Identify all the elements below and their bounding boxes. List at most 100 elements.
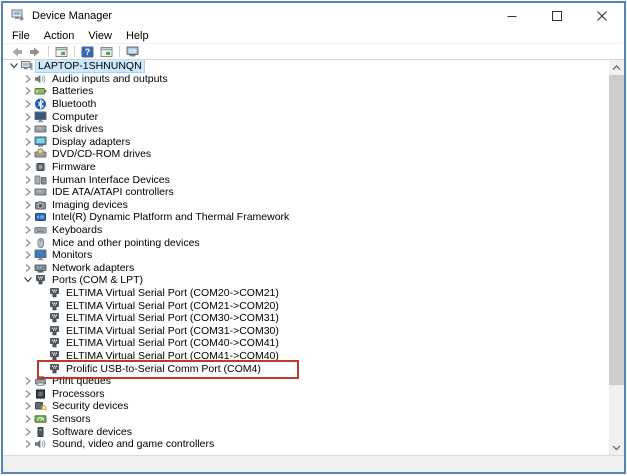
device-manager-window: Device Manager FileActionViewHelp ? LAPT… <box>1 1 626 474</box>
close-button[interactable] <box>579 3 624 28</box>
tree-row-label: Imaging devices <box>50 199 130 211</box>
vertical-scrollbar[interactable] <box>609 60 624 455</box>
chevron-right-icon[interactable] <box>21 224 34 236</box>
chevron-down-icon[interactable] <box>21 274 34 286</box>
tree-row[interactable]: Software devices <box>3 425 609 438</box>
tree-row[interactable]: Display adapters <box>3 136 609 149</box>
tree-row[interactable]: Firmware <box>3 161 609 174</box>
tree-row[interactable]: Mice and other pointing devices <box>3 236 609 249</box>
menu-help[interactable]: Help <box>119 30 156 42</box>
chevron-right-icon[interactable] <box>21 413 34 425</box>
tree-row[interactable]: Sound, video and game controllers <box>3 438 609 451</box>
tree-row-label: Sound, video and game controllers <box>50 438 216 450</box>
tree-row[interactable]: Monitors <box>3 249 609 262</box>
tree-row-label: Disk drives <box>50 123 105 135</box>
tree-row[interactable]: Disk drives <box>3 123 609 136</box>
help-icon[interactable]: ? <box>80 45 95 58</box>
chevron-placeholder <box>35 300 48 312</box>
console-window-icon[interactable] <box>54 45 69 58</box>
port-icon <box>48 287 61 299</box>
tree-row-label: Monitors <box>50 249 94 261</box>
chevron-right-icon[interactable] <box>21 262 34 274</box>
scroll-up-button[interactable] <box>609 60 624 75</box>
tree-row[interactable]: Prolific USB-to-Serial Comm Port (COM4) <box>3 362 609 375</box>
tree-row[interactable]: Batteries <box>3 85 609 98</box>
tree-row[interactable]: Keyboards <box>3 224 609 237</box>
chevron-right-icon[interactable] <box>21 237 34 249</box>
tree-row-label: Intel(R) Dynamic Platform and Thermal Fr… <box>50 211 291 223</box>
processor-icon <box>34 388 47 400</box>
scroll-down-button[interactable] <box>609 440 624 455</box>
tree-row-label: ELTIMA Virtual Serial Port (COM21->COM20… <box>64 300 281 312</box>
properties-window-icon[interactable] <box>99 45 114 58</box>
window-title: Device Manager <box>32 10 489 22</box>
chevron-right-icon[interactable] <box>21 123 34 135</box>
chevron-right-icon[interactable] <box>21 375 34 387</box>
tree-row[interactable]: ELTIMA Virtual Serial Port (COM30->COM31… <box>3 312 609 325</box>
chevron-right-icon[interactable] <box>21 148 34 160</box>
chevron-right-icon[interactable] <box>21 186 34 198</box>
tree-row-label: Ports (COM & LPT) <box>50 274 145 286</box>
tree-row[interactable]: LAPTOP-1SHNUNQN <box>3 60 609 73</box>
tree-row-label: Firmware <box>50 161 98 173</box>
tree-row[interactable]: Processors <box>3 387 609 400</box>
chevron-right-icon[interactable] <box>21 199 34 211</box>
tree-row-label: Batteries <box>50 85 95 97</box>
tree-row[interactable]: ELTIMA Virtual Serial Port (COM20->COM21… <box>3 287 609 300</box>
tree-row[interactable]: Audio inputs and outputs <box>3 73 609 86</box>
tree-row[interactable]: ELTIMA Virtual Serial Port (COM41->COM40… <box>3 350 609 363</box>
back-icon[interactable] <box>9 45 24 58</box>
device-tree: LAPTOP-1SHNUNQNAudio inputs and outputsB… <box>3 60 609 455</box>
tree-row[interactable]: Ports (COM & LPT) <box>3 274 609 287</box>
chevron-right-icon[interactable] <box>21 400 34 412</box>
ide-icon <box>34 186 47 198</box>
chevron-placeholder <box>35 312 48 324</box>
tree-row[interactable]: Intel(R) Dynamic Platform and Thermal Fr… <box>3 211 609 224</box>
scan-hardware-icon[interactable] <box>125 45 140 58</box>
tree-row[interactable]: ELTIMA Virtual Serial Port (COM40->COM41… <box>3 337 609 350</box>
tree-row[interactable]: Human Interface Devices <box>3 173 609 186</box>
scrollbar-thumb[interactable] <box>609 75 624 385</box>
tree-row[interactable]: Computer <box>3 110 609 123</box>
maximize-button[interactable] <box>534 3 579 28</box>
tree-row[interactable]: Bluetooth <box>3 98 609 111</box>
chevron-up-icon <box>612 65 621 71</box>
chevron-right-icon[interactable] <box>21 98 34 110</box>
chevron-down-icon[interactable] <box>7 60 20 72</box>
caption-buttons <box>489 3 624 28</box>
tree-row[interactable]: ELTIMA Virtual Serial Port (COM21->COM20… <box>3 299 609 312</box>
chevron-right-icon[interactable] <box>21 211 34 223</box>
tree-row[interactable]: IDE ATA/ATAPI controllers <box>3 186 609 199</box>
tree-row[interactable]: ELTIMA Virtual Serial Port (COM31->COM30… <box>3 324 609 337</box>
chevron-right-icon[interactable] <box>21 136 34 148</box>
computer-icon <box>34 111 47 123</box>
chevron-right-icon[interactable] <box>21 73 34 85</box>
menu-action[interactable]: Action <box>37 30 82 42</box>
tree-row[interactable]: Print queues <box>3 375 609 388</box>
chevron-right-icon[interactable] <box>21 174 34 186</box>
tree-row-label: Prolific USB-to-Serial Comm Port (COM4) <box>64 363 263 375</box>
tree-row-label: LAPTOP-1SHNUNQN <box>36 60 144 72</box>
disk-icon <box>34 123 47 135</box>
audio-icon <box>34 73 47 85</box>
forward-icon[interactable] <box>28 45 43 58</box>
chevron-right-icon[interactable] <box>21 161 34 173</box>
software-icon <box>34 426 47 438</box>
tree-row[interactable]: Security devices <box>3 400 609 413</box>
tree-row[interactable]: Network adapters <box>3 262 609 275</box>
tree-row[interactable]: Imaging devices <box>3 199 609 212</box>
chevron-right-icon[interactable] <box>21 438 34 450</box>
chevron-placeholder <box>35 337 48 349</box>
chevron-right-icon[interactable] <box>21 249 34 261</box>
chevron-right-icon[interactable] <box>21 388 34 400</box>
computer-root-icon <box>20 60 33 72</box>
minimize-button[interactable] <box>489 3 534 28</box>
tree-row[interactable]: Sensors <box>3 413 609 426</box>
chevron-right-icon[interactable] <box>21 426 34 438</box>
chevron-right-icon[interactable] <box>21 85 34 97</box>
menu-file[interactable]: File <box>5 30 37 42</box>
keyboard-icon <box>34 224 47 236</box>
tree-row[interactable]: DVD/CD-ROM drives <box>3 148 609 161</box>
chevron-right-icon[interactable] <box>21 111 34 123</box>
menu-view[interactable]: View <box>81 30 119 42</box>
